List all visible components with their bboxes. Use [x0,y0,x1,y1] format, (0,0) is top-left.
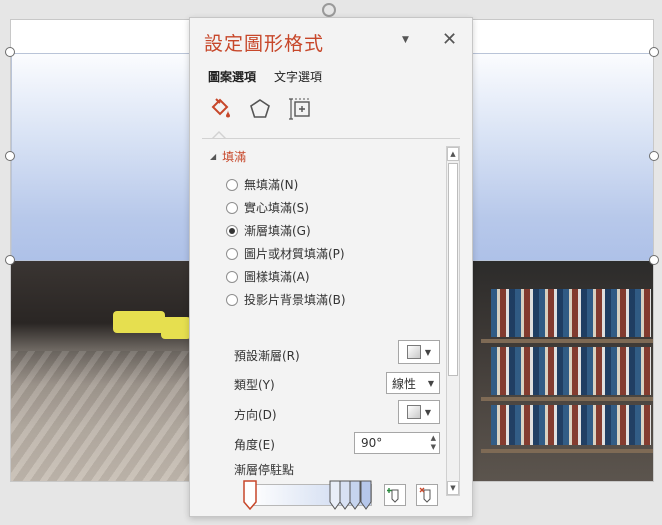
radio-gradient-fill[interactable]: 漸層填滿(G) [226,222,311,239]
radio-label: 投影片背景填滿(B) [244,293,346,307]
tab-shape-options[interactable]: 圖案選項 [208,68,256,85]
gradient-type-select[interactable]: 線性 ▼ [386,372,440,394]
radio-button[interactable] [226,270,238,283]
resize-handle-middle-right[interactable] [649,151,659,161]
add-gradient-stop-button[interactable] [384,484,406,506]
resize-handle-top-left[interactable] [5,47,15,57]
close-icon[interactable]: ✕ [442,29,457,50]
angle-value: 90° [361,436,383,450]
photo-books [491,289,651,337]
photo-shelf [481,397,653,401]
photo-books [491,405,651,445]
tab-text-options[interactable]: 文字選項 [274,68,322,85]
angle-label: 角度(E) [234,438,275,452]
photo-yellow-seat [161,317,191,339]
radio-button-checked[interactable] [226,224,238,237]
radio-label: 圖樣填滿(A) [244,270,310,284]
scroll-thumb[interactable] [448,163,458,376]
angle-input[interactable]: 90° ▲ ▼ [354,432,440,454]
pane-scroll-area: ◢ 填滿 無填滿(N) 實心填滿(S) 漸層填滿(G) 圖片或材質填滿(P) 圖… [190,142,474,518]
fill-section-title: 填滿 [222,150,247,164]
radio-label: 實心填滿(S) [244,201,309,215]
direction-label: 方向(D) [234,408,277,422]
fill-line-icon[interactable] [207,96,233,122]
gradient-swatch-icon [406,345,421,359]
collapse-caret-icon: ◢ [210,152,217,161]
pane-title: 設定圖形格式 [204,33,325,55]
photo-yellow-seat [113,311,165,333]
scroll-down-icon[interactable]: ▼ [447,481,459,495]
format-shape-pane: 設定圖形格式 ▼ ✕ 圖案選項 文字選項 ◢ 填滿 無填滿(N) 實心填滿(S)… [189,17,473,517]
direction-swatch-icon [406,405,421,419]
type-label: 類型(Y) [234,378,275,392]
gradient-stop[interactable] [349,480,361,510]
fill-section-toggle[interactable]: ◢ 填滿 [210,148,246,165]
remove-gradient-stop-button[interactable] [416,484,438,506]
radio-no-fill[interactable]: 無填滿(N) [226,176,298,193]
photo-shelf [481,339,653,343]
radio-button[interactable] [226,178,238,191]
resize-handle-bottom-right[interactable] [649,255,659,265]
radio-label: 圖片或材質填滿(P) [244,247,345,261]
gradient-stops-label: 漸層停駐點 [234,463,295,477]
resize-handle-bottom-left[interactable] [5,255,15,265]
radio-picture-fill[interactable]: 圖片或材質填滿(P) [226,245,345,262]
resize-handle-top-right[interactable] [649,47,659,57]
pane-options-dropdown-icon[interactable]: ▼ [402,35,414,45]
spin-arrows-icon[interactable]: ▲ ▼ [431,434,436,452]
preset-gradient-label: 預設漸層(R) [234,349,300,363]
chevron-down-icon: ▼ [424,347,432,357]
scroll-up-icon[interactable]: ▲ [447,147,459,161]
radio-button[interactable] [226,293,238,306]
preset-gradient-button[interactable]: ▼ [398,340,440,364]
pane-divider [202,138,460,139]
chevron-down-icon: ▼ [424,407,432,417]
gradient-stop[interactable] [360,480,372,510]
effects-pentagon-icon[interactable] [247,96,273,122]
size-properties-icon[interactable] [287,96,313,122]
radio-solid-fill[interactable]: 實心填滿(S) [226,199,309,216]
photo-floor [11,351,191,481]
resize-handle-middle-left[interactable] [5,151,15,161]
radio-button[interactable] [226,247,238,260]
gradient-type-value: 線性 [392,376,417,391]
gradient-stop-selected[interactable] [243,480,257,510]
pane-scrollbar[interactable]: ▲ ▼ [446,146,460,496]
radio-button[interactable] [226,201,238,214]
rotation-handle[interactable] [322,3,336,17]
radio-label: 無填滿(N) [244,178,299,192]
direction-button[interactable]: ▼ [398,400,440,424]
photo-books [491,347,651,395]
chevron-down-icon: ▼ [427,378,434,388]
photo-shelf [481,449,653,453]
radio-pattern-fill[interactable]: 圖樣填滿(A) [226,268,310,285]
radio-slide-background-fill[interactable]: 投影片背景填滿(B) [226,291,346,308]
radio-label: 漸層填滿(G) [244,224,311,238]
